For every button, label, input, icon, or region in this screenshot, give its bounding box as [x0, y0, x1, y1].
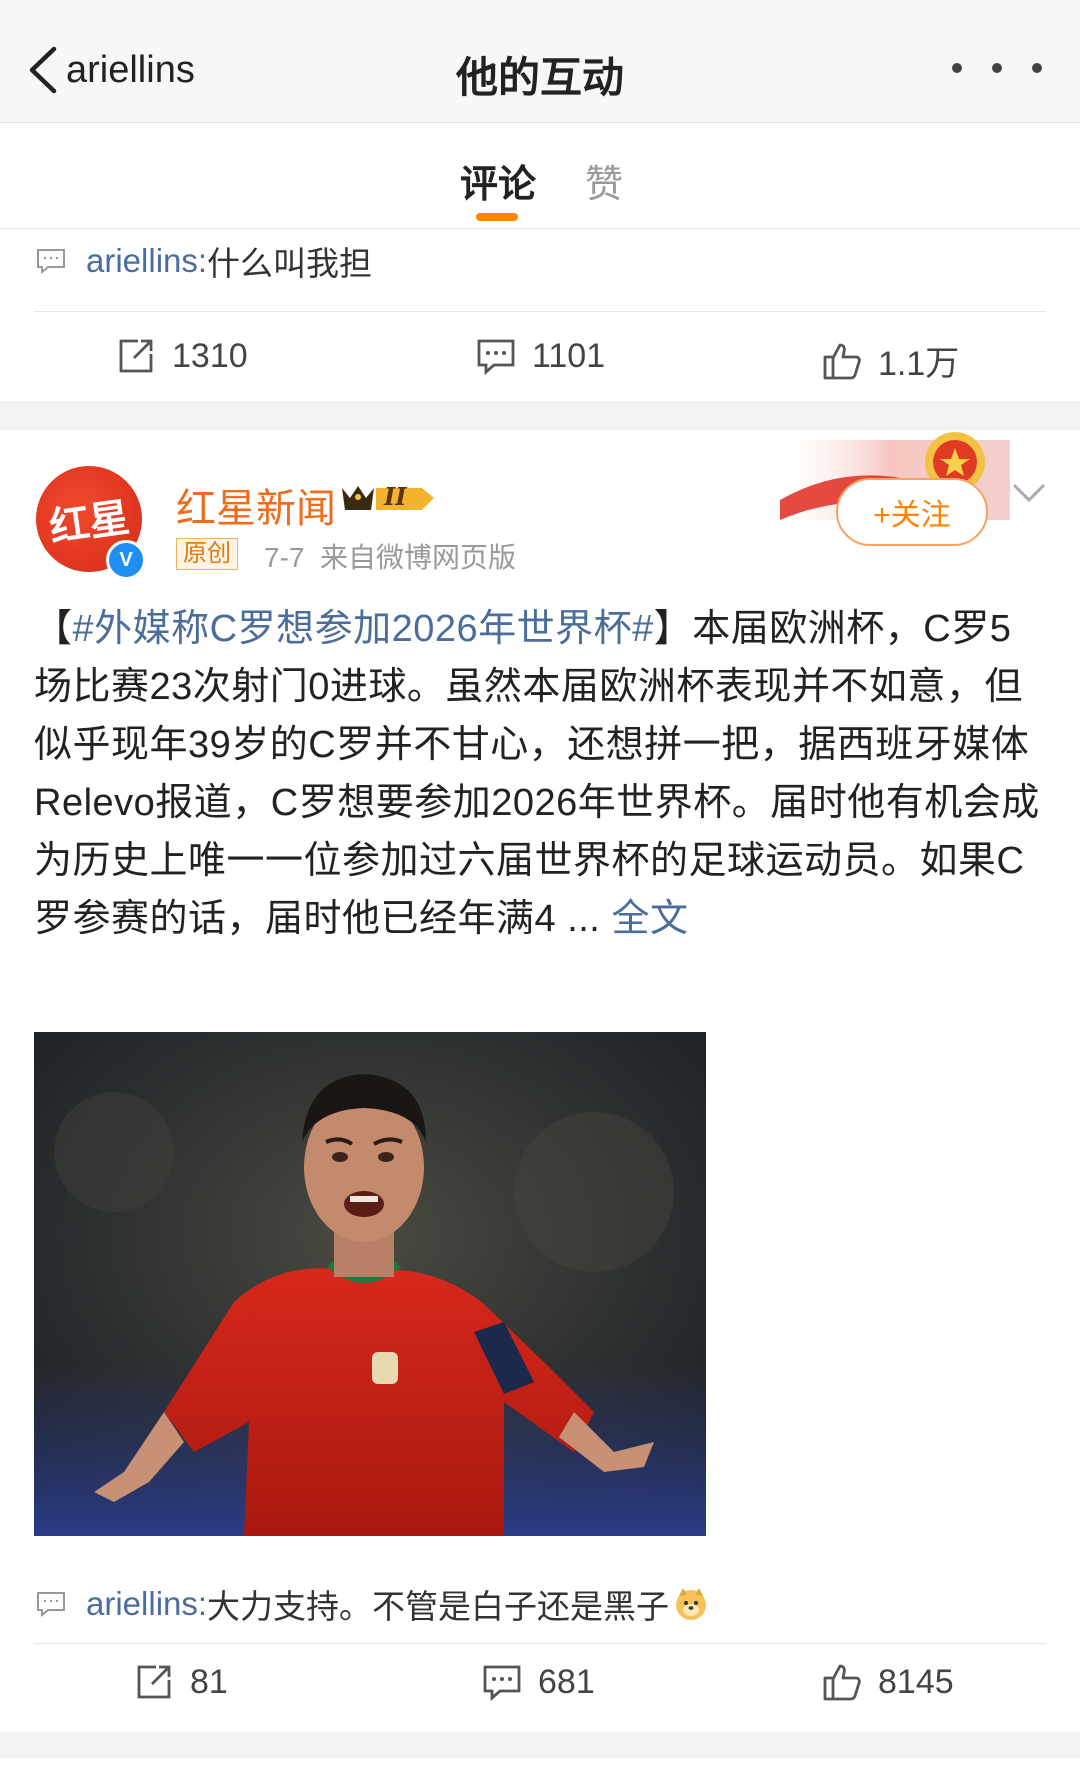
like-button[interactable]: 1.1万: [822, 336, 959, 385]
feed-item-3: [0, 1758, 1080, 1784]
post-source: 来自微博网页版: [320, 542, 517, 573]
comment-username[interactable]: ariellins: [86, 242, 198, 280]
like-count: 8145: [878, 1662, 954, 1701]
comment-username[interactable]: ariellins: [86, 1585, 198, 1623]
author-name[interactable]: 红星新闻: [176, 476, 336, 534]
more-options-button[interactable]: [952, 58, 1042, 78]
thumbs-up-icon: [823, 1664, 861, 1701]
comment-button[interactable]: 1101: [476, 336, 605, 376]
comment-count: 1101: [532, 336, 606, 375]
thumbs-up-icon: [823, 343, 861, 379]
tab-bar: 评论 赞: [0, 123, 1080, 229]
feed-item-1: ariellins: 什么叫我担 1310 1101 1.1万: [0, 229, 1080, 401]
more-dots-icon: [952, 63, 962, 73]
vip-level-text: II: [384, 482, 407, 511]
post-meta: 7-7 来自微博网页版: [264, 536, 516, 576]
doge-emoji-icon: [676, 1588, 707, 1620]
repost-icon: [119, 339, 153, 373]
comment-text: 什么叫我担: [207, 245, 373, 282]
like-button[interactable]: 8145: [822, 1662, 954, 1702]
feed-item-2: 红星 V 红星新闻 II 原创 7-7 来自微博网页版 +关注 【#外媒称C罗想…: [0, 430, 1080, 1732]
follow-button[interactable]: +关注: [836, 478, 988, 546]
post-body: 【#外媒称C罗想参加2026年世界杯#】本届欧洲杯，C罗5场比赛23次射门0进球…: [34, 608, 1040, 940]
comment-button[interactable]: 681: [482, 1662, 595, 1702]
my-comment[interactable]: ariellins: 大力支持。不管是白子还是黑子: [36, 1580, 709, 1628]
post-image[interactable]: [34, 1032, 706, 1536]
original-tag: 原创: [176, 538, 238, 570]
post-text: 】本届欧洲杯，C罗5场比赛23次射门0进球。虽然本届欧洲杯表现并不如意，但似乎现…: [34, 608, 1040, 940]
chevron-down-icon[interactable]: [1012, 482, 1046, 504]
player-photo: [34, 1032, 706, 1536]
comment-count: 681: [538, 1662, 595, 1701]
read-full-link[interactable]: 全文: [611, 898, 688, 940]
top-nav-bar: ariellins 他的互动: [0, 0, 1080, 123]
comment-text: 大力支持。不管是白子还是黑子: [207, 1588, 670, 1625]
repost-icon: [137, 1665, 171, 1699]
tab-likes[interactable]: 赞: [585, 153, 623, 208]
repost-button[interactable]: 81: [134, 1662, 228, 1702]
action-bar: 81 681 8145: [0, 1662, 1080, 1722]
comment-icon: [483, 1665, 521, 1702]
tab-active-indicator: [476, 213, 518, 221]
action-bar: 1310 1101 1.1万: [0, 336, 1080, 396]
comment-bubble-icon: [37, 249, 65, 274]
page-title: 他的互动: [455, 54, 624, 101]
my-comment[interactable]: ariellins: 什么叫我担: [36, 237, 372, 285]
comment-bubble-icon: [37, 1592, 65, 1617]
topic-link[interactable]: #外媒称C罗想参加2026年世界杯#: [73, 608, 654, 650]
tab-comments[interactable]: 评论: [460, 153, 536, 208]
vip-crown-badge-icon: II: [338, 480, 438, 516]
repost-button[interactable]: 1310: [116, 336, 248, 376]
like-count: 1.1万: [878, 345, 960, 383]
divider: [34, 1643, 1046, 1644]
verified-badge-icon: V: [106, 540, 146, 580]
repost-count: 1310: [172, 336, 248, 375]
repost-count: 81: [190, 1662, 228, 1701]
divider: [34, 311, 1046, 312]
comment-icon: [477, 339, 515, 376]
post-date: 7-7: [264, 542, 305, 573]
